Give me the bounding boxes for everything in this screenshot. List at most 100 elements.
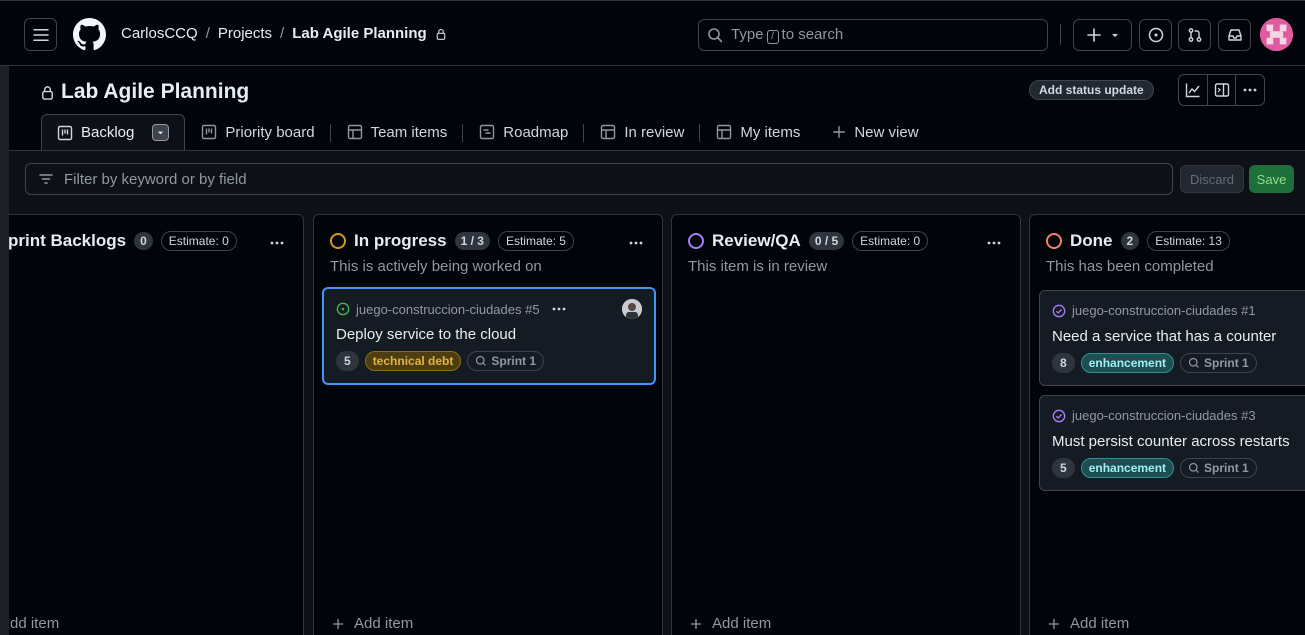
sidebar-icon <box>1214 83 1229 97</box>
breadcrumb-projects[interactable]: Projects <box>218 25 272 42</box>
iteration-badge[interactable]: Sprint 1 <box>467 351 545 371</box>
breadcrumb-separator: / <box>205 25 210 42</box>
column-count: 1 / 3 <box>454 232 490 250</box>
github-icon <box>73 18 106 51</box>
card-title[interactable]: Need a service that has a counter <box>1052 328 1276 345</box>
tab-team-items[interactable]: Team items <box>331 114 464 150</box>
column-description: This has been completed <box>1046 258 1214 275</box>
issue-closed-icon <box>1052 409 1066 422</box>
more-options-button[interactable] <box>1236 75 1264 105</box>
add-item-button[interactable]: dd item <box>10 615 59 632</box>
add-item-button[interactable]: Add item <box>690 615 771 632</box>
kebab-horizontal-icon <box>629 241 643 245</box>
issue-card[interactable]: juego-construccion-ciudades #1 Need a se… <box>1039 290 1305 386</box>
label-technical-debt[interactable]: technical debt <box>364 351 462 371</box>
github-logo[interactable] <box>73 18 106 51</box>
card-repo-text[interactable]: juego-construccion-ciudades #5 <box>356 302 540 317</box>
column-name: In progress <box>354 231 447 250</box>
issue-icon <box>1148 27 1163 43</box>
add-item-label: dd item <box>10 615 60 632</box>
roadmap-icon <box>480 124 495 140</box>
board-icon <box>57 125 73 140</box>
column-menu-button[interactable] <box>628 235 644 254</box>
global-header: CarlosCCQ / Projects / Lab Agile Plannin… <box>0 0 1305 66</box>
window-edge <box>0 0 9 635</box>
plus-icon <box>833 126 846 138</box>
issue-card[interactable]: juego-construccion-ciudades #5 Deploy se… <box>322 287 656 385</box>
save-button[interactable]: Save <box>1249 165 1294 193</box>
estimate-badge: 5 <box>1052 458 1075 478</box>
column-review-qa: Review/QA 0 / 5 Estimate: 0 This item is… <box>671 214 1021 635</box>
column-estimate: Estimate: 0 <box>160 231 237 251</box>
card-repo-text[interactable]: juego-construccion-ciudades #3 <box>1072 408 1256 423</box>
project-title: Lab Agile Planning <box>40 80 249 104</box>
create-new-button[interactable] <box>1073 19 1132 51</box>
iteration-badge[interactable]: Sprint 1 <box>1180 458 1257 478</box>
kebab-horizontal-icon[interactable] <box>550 301 568 317</box>
add-item-label: Add item <box>712 615 772 632</box>
card-repo-text[interactable]: juego-construccion-ciudades #1 <box>1072 303 1256 318</box>
add-status-update-button[interactable]: Add status update <box>1029 80 1154 100</box>
label-enhancement[interactable]: enhancement <box>1080 458 1175 478</box>
add-item-button[interactable]: Add item <box>332 615 413 632</box>
status-circle-icon <box>1046 233 1062 249</box>
user-avatar[interactable] <box>1260 18 1293 51</box>
column-name: print Backlogs <box>9 231 127 250</box>
label-enhancement[interactable]: enhancement <box>1080 353 1175 373</box>
issue-closed-icon <box>1052 304 1066 317</box>
card-fields: 5 enhancement Sprint 1 <box>1052 458 1257 478</box>
column-menu-button[interactable] <box>269 235 285 254</box>
estimate-badge: 8 <box>1052 353 1075 373</box>
issues-button[interactable] <box>1139 19 1172 51</box>
hamburger-icon <box>32 28 49 41</box>
tab-options-button[interactable] <box>152 124 170 141</box>
card-fields: 5 technical debt Sprint 1 <box>336 351 545 371</box>
tab-label: New view <box>854 123 919 141</box>
inbox-button[interactable] <box>1218 19 1251 51</box>
column-name: Done <box>1070 231 1113 250</box>
view-tabs: Backlog Priority board Team items Roadma… <box>41 114 935 150</box>
breadcrumb-owner[interactable]: CarlosCCQ <box>121 25 198 42</box>
estimate-badge: 5 <box>336 351 359 371</box>
tab-in-review[interactable]: In review <box>584 114 701 150</box>
lock-icon <box>42 85 53 100</box>
pull-requests-button[interactable] <box>1178 19 1211 51</box>
column-name: Review/QA <box>712 231 801 250</box>
card-title[interactable]: Must persist counter across restarts <box>1052 433 1290 450</box>
tab-new-view[interactable]: New view <box>816 114 934 150</box>
tab-backlog[interactable]: Backlog <box>41 114 186 150</box>
tab-roadmap[interactable]: Roadmap <box>463 114 585 150</box>
discard-button[interactable]: Discard <box>1180 165 1244 193</box>
column-estimate: Estimate: 0 <box>852 231 929 251</box>
pull-request-icon <box>1188 28 1201 42</box>
tab-label: My items <box>740 123 801 141</box>
inbox-icon <box>1227 29 1242 41</box>
column-description: This item is in review <box>688 258 828 275</box>
insights-button[interactable] <box>1179 75 1208 105</box>
table-icon <box>717 124 732 140</box>
menu-button[interactable] <box>24 18 57 51</box>
search-input[interactable]: Type / to search <box>698 19 1048 51</box>
tab-label: Team items <box>370 123 448 141</box>
column-header: Review/QA 0 / 5 Estimate: 0 <box>688 231 929 251</box>
add-item-button[interactable]: Add item <box>1048 615 1129 632</box>
column-description: This is actively being worked on <box>330 258 542 275</box>
tab-my-items[interactable]: My items <box>700 114 816 150</box>
chevron-down-icon <box>1111 34 1118 37</box>
assignee-avatar[interactable] <box>622 299 642 319</box>
column-header: print Backlogs 0 Estimate: 0 <box>9 231 237 251</box>
breadcrumb: CarlosCCQ / Projects / Lab Agile Plannin… <box>121 25 447 42</box>
tab-label: Roadmap <box>503 123 569 141</box>
issue-open-icon <box>336 302 350 316</box>
board-icon <box>202 124 217 140</box>
filter-input[interactable]: Filter by keyword or by field <box>25 163 1173 195</box>
tab-priority-board[interactable]: Priority board <box>185 114 331 150</box>
side-panel-button[interactable] <box>1208 75 1237 105</box>
column-count: 2 <box>1120 232 1140 250</box>
card-title[interactable]: Deploy service to the cloud <box>336 326 516 343</box>
issue-card[interactable]: juego-construccion-ciudades #3 Must pers… <box>1039 395 1305 491</box>
add-item-label: Add item <box>354 615 414 632</box>
iteration-badge[interactable]: Sprint 1 <box>1180 353 1257 373</box>
breadcrumb-project[interactable]: Lab Agile Planning <box>292 25 426 42</box>
column-menu-button[interactable] <box>986 235 1002 254</box>
